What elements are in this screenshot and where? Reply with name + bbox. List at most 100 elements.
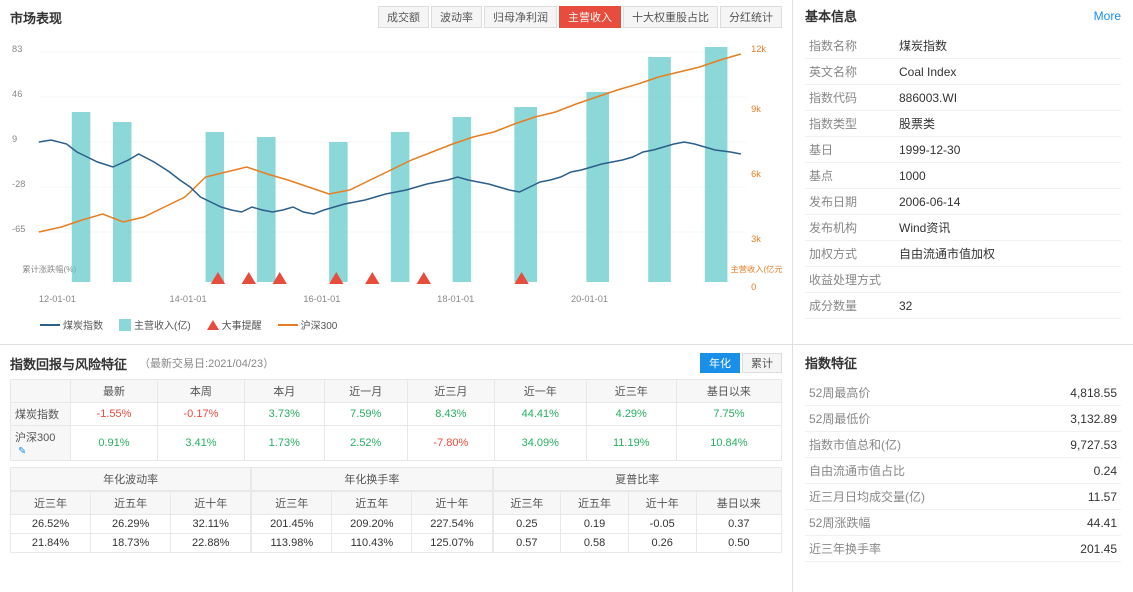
feat-value-float: 0.24 xyxy=(955,458,1121,484)
cell-sh300-month: 1.73% xyxy=(244,426,324,461)
volatility-block: 年化波动率 近三年 近五年 近十年 26.52% xyxy=(10,467,251,559)
info-row-code: 指数代码 886003.WI xyxy=(805,85,1121,111)
tab-net-profit[interactable]: 归母净利润 xyxy=(484,6,557,28)
cell-coal-month: 3.73% xyxy=(244,403,324,426)
svg-text:累计涨跌幅(%): 累计涨跌幅(%) xyxy=(22,264,76,274)
info-value-publish-date: 2006-06-14 xyxy=(895,189,1121,215)
cell-coal-1m: 7.59% xyxy=(324,403,407,426)
features-title: 指数特征 xyxy=(805,353,1121,372)
sub-stats-section: 年化波动率 近三年 近五年 近十年 26.52% xyxy=(10,467,782,559)
return-title: 指数回报与风险特征 xyxy=(10,354,127,373)
info-value-en: Coal Index xyxy=(895,59,1121,85)
svg-text:-65: -65 xyxy=(12,224,25,234)
info-row-yield: 收益处理方式 xyxy=(805,267,1121,293)
feat-row-high: 52周最高价 4,818.55 xyxy=(805,380,1121,406)
svg-text:9k: 9k xyxy=(751,104,761,114)
turnover-title: 年化换手率 xyxy=(251,467,492,491)
sr-col-10y: 近十年 xyxy=(628,492,696,515)
info-row-weight: 加权方式 自由流通市值加权 xyxy=(805,241,1121,267)
to-col-3y: 近三年 xyxy=(252,492,332,515)
svg-text:14-01-01: 14-01-01 xyxy=(170,294,207,304)
cell-coal-base: 7.75% xyxy=(676,403,781,426)
tab-dividend[interactable]: 分红统计 xyxy=(720,6,782,28)
tab-cumulative[interactable]: 累计 xyxy=(742,353,782,373)
info-value-yield xyxy=(895,267,1121,293)
info-value-name: 煤炭指数 xyxy=(895,33,1121,59)
info-row-basedate: 基日 1999-12-30 xyxy=(805,137,1121,163)
tab-top10[interactable]: 十大权重股占比 xyxy=(623,6,718,28)
feat-value-52change: 44.41 xyxy=(955,510,1121,536)
feat-value-high: 4,818.55 xyxy=(955,380,1121,406)
feat-label-52change: 52周涨跌幅 xyxy=(805,510,955,536)
to-col-10y: 近十年 xyxy=(412,492,492,515)
return-table: 最新 本周 本月 近一月 近三月 近一年 近三年 基日以来 煤炭指数 -1.55… xyxy=(10,379,782,461)
info-value-code: 886003.WI xyxy=(895,85,1121,111)
cell-coal-latest: -1.55% xyxy=(71,403,158,426)
info-label-count: 成分数量 xyxy=(805,293,895,319)
sr-row-coal: 0.25 0.19 -0.05 0.37 xyxy=(493,515,782,534)
more-link[interactable]: More xyxy=(1094,9,1121,23)
col-header-3y: 近三年 xyxy=(586,380,676,403)
feat-value-low: 3,132.89 xyxy=(955,406,1121,432)
row-label-sh300: 沪深300 ✎ xyxy=(11,426,71,461)
svg-text:12k: 12k xyxy=(751,44,766,54)
col-header-label xyxy=(11,380,71,403)
legend-sh300: 沪深300 xyxy=(278,317,338,332)
svg-text:3k: 3k xyxy=(751,234,761,244)
svg-text:20-01-01: 20-01-01 xyxy=(571,294,608,304)
info-label-name: 指数名称 xyxy=(805,33,895,59)
info-label-publish-date: 发布日期 xyxy=(805,189,895,215)
svg-text:46: 46 xyxy=(12,89,22,99)
cell-sh300-1y: 34.09% xyxy=(494,426,586,461)
col-header-latest: 最新 xyxy=(71,380,158,403)
tab-revenue[interactable]: 主营收入 xyxy=(559,6,621,28)
feat-value-volume: 11.57 xyxy=(955,484,1121,510)
features-table: 52周最高价 4,818.55 52周最低价 3,132.89 指数市值总和(亿… xyxy=(805,380,1121,562)
cell-coal-week: -0.17% xyxy=(157,403,244,426)
info-row-publish-date: 发布日期 2006-06-14 xyxy=(805,189,1121,215)
feat-label-mcap: 指数市值总和(亿) xyxy=(805,432,955,458)
info-label-type: 指数类型 xyxy=(805,111,895,137)
info-label-en: 英文名称 xyxy=(805,59,895,85)
info-row-basepoint: 基点 1000 xyxy=(805,163,1121,189)
svg-text:83: 83 xyxy=(12,44,22,54)
volatility-table: 近三年 近五年 近十年 26.52% 26.29% 32.11% xyxy=(10,491,251,553)
info-value-basepoint: 1000 xyxy=(895,163,1121,189)
info-value-type: 股票类 xyxy=(895,111,1121,137)
svg-text:6k: 6k xyxy=(751,169,761,179)
sharpe-title: 夏普比率 xyxy=(493,467,783,491)
col-header-month: 本月 xyxy=(244,380,324,403)
to-row-coal: 201.45% 209.20% 227.54% xyxy=(252,515,492,534)
return-subtitle: （最新交易日:2021/04/23） xyxy=(139,355,274,371)
info-value-publisher: Wind资讯 xyxy=(895,215,1121,241)
to-col-5y: 近五年 xyxy=(332,492,412,515)
info-row-en: 英文名称 Coal Index xyxy=(805,59,1121,85)
info-value-count: 32 xyxy=(895,293,1121,319)
tab-volatility[interactable]: 波动率 xyxy=(431,6,482,28)
edit-icon[interactable]: ✎ xyxy=(18,446,26,457)
svg-text:-28: -28 xyxy=(12,179,25,189)
cell-sh300-latest: 0.91% xyxy=(71,426,158,461)
tab-volume[interactable]: 成交额 xyxy=(378,6,429,28)
sr-row-sh300: 0.57 0.58 0.26 0.50 xyxy=(493,534,782,553)
svg-text:主营收入(亿元): 主营收入(亿元) xyxy=(731,264,782,274)
turnover-table: 近三年 近五年 近十年 201.45% 209.20% 227.54% xyxy=(251,491,492,553)
sr-col-base: 基日以来 xyxy=(696,492,781,515)
info-panel-title: 基本信息 xyxy=(805,6,857,25)
info-value-weight: 自由流通市值加权 xyxy=(895,241,1121,267)
chart-area: 83 46 9 -28 -65 累计涨跌幅(%) 12k 9k 6k 3k 0 … xyxy=(10,32,782,312)
vol-col-10y: 近十年 xyxy=(171,492,251,515)
feat-label-float: 自由流通市值占比 xyxy=(805,458,955,484)
chart-svg: 83 46 9 -28 -65 累计涨跌幅(%) 12k 9k 6k 3k 0 … xyxy=(10,32,782,312)
cell-sh300-week: 3.41% xyxy=(157,426,244,461)
chart-tabs: 成交额 波动率 归母净利润 主营收入 十大权重股占比 分红统计 xyxy=(378,6,782,28)
feat-row-low: 52周最低价 3,132.89 xyxy=(805,406,1121,432)
sharpe-table: 近三年 近五年 近十年 基日以来 0.25 0.19 -0.05 xyxy=(493,491,783,553)
legend-coal-label: 煤炭指数 xyxy=(63,317,103,332)
cell-coal-3y: 4.29% xyxy=(586,403,676,426)
tab-annualized[interactable]: 年化 xyxy=(700,353,740,373)
svg-text:0: 0 xyxy=(751,282,756,292)
table-row-sh300: 沪深300 ✎ 0.91% 3.41% 1.73% 2.52% -7.80% 3… xyxy=(11,426,782,461)
volatility-title: 年化波动率 xyxy=(10,467,251,491)
feat-row-52change: 52周涨跌幅 44.41 xyxy=(805,510,1121,536)
